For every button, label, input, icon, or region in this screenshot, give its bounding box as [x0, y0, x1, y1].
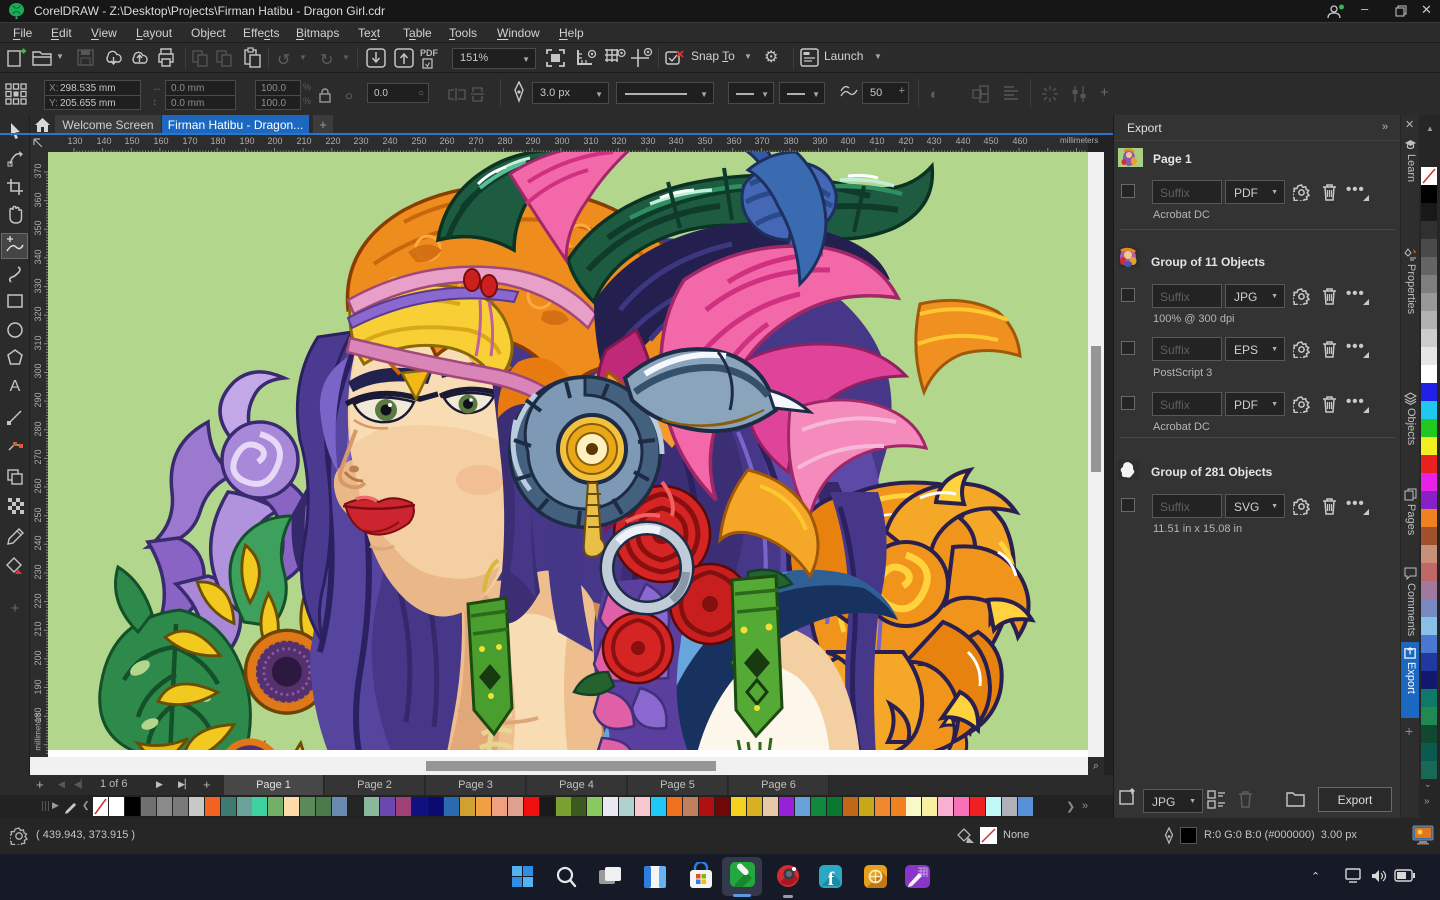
- svg-text:f: f: [828, 869, 835, 888]
